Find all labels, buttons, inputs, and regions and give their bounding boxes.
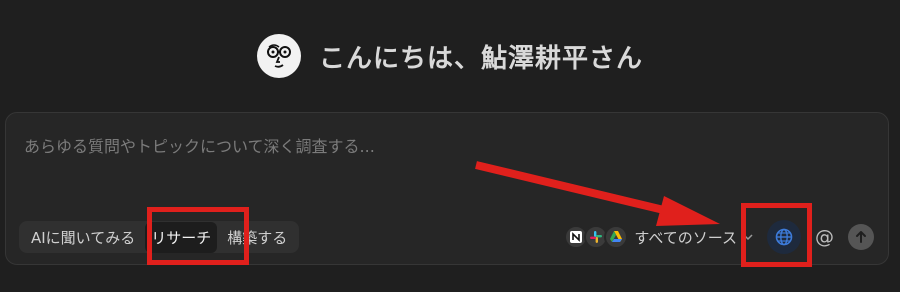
annotation-arrow bbox=[475, 161, 720, 226]
